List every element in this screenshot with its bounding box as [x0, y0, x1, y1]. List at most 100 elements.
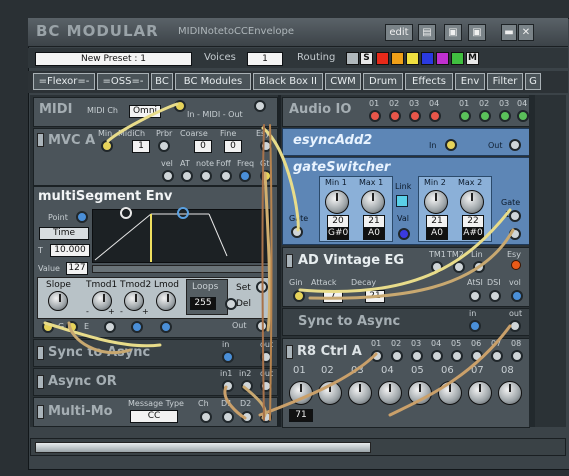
envelope-loop-point[interactable]: [177, 207, 189, 219]
r8-knob-7[interactable]: [468, 381, 492, 405]
routing-swatch-red[interactable]: [376, 52, 389, 65]
audio-in-jack[interactable]: [389, 110, 401, 122]
value-field[interactable]: 127: [66, 262, 88, 275]
esy-led[interactable]: [511, 260, 521, 270]
module-handle-icon[interactable]: [37, 405, 44, 419]
coarse-field[interactable]: 0: [194, 140, 212, 153]
horizontal-scrollbar[interactable]: [30, 438, 566, 456]
r8-out-jack[interactable]: [431, 350, 443, 362]
audio-in-jack[interactable]: [409, 110, 421, 122]
midi-channel-field[interactable]: Omni: [129, 105, 161, 118]
r8-knob-3[interactable]: [348, 381, 372, 405]
loops-value[interactable]: 255: [190, 297, 216, 310]
r8-knob-2[interactable]: [318, 381, 342, 405]
fine-field[interactable]: 0: [224, 140, 242, 153]
nav-cwm[interactable]: CWM: [325, 73, 361, 90]
close-icon[interactable]: ✕: [518, 24, 534, 41]
tmod2-jack[interactable]: [131, 321, 143, 333]
max1-knob[interactable]: [361, 190, 385, 214]
audio-out-jack[interactable]: [517, 110, 529, 122]
message-type-field[interactable]: CC: [130, 410, 178, 423]
copy-icon[interactable]: ▤: [418, 24, 436, 41]
r8-out-jack[interactable]: [391, 350, 403, 362]
scrollbar-thumb[interactable]: [35, 442, 371, 453]
aftertouch-jack[interactable]: [181, 170, 193, 182]
note-jack[interactable]: [200, 170, 212, 182]
vel-jack[interactable]: [162, 170, 174, 182]
nav-env[interactable]: Env: [455, 73, 485, 90]
save-icon[interactable]: ▣: [444, 24, 462, 41]
in2-jack[interactable]: [241, 380, 253, 392]
audio-out-jack[interactable]: [499, 110, 511, 122]
voices-field[interactable]: 1: [247, 52, 283, 66]
save-as-icon[interactable]: ▣: [468, 24, 486, 41]
nav-flexor[interactable]: =Flexor=-: [33, 73, 95, 90]
nav-effects[interactable]: Effects: [405, 73, 453, 90]
sync-right-out-jack[interactable]: [509, 320, 521, 332]
g-jack[interactable]: [66, 321, 78, 333]
envelope-point[interactable]: [120, 207, 132, 219]
audio-in-jack[interactable]: [429, 110, 441, 122]
routing-swatch-grey[interactable]: [346, 52, 359, 65]
async-or-out-jack[interactable]: [260, 380, 272, 392]
r8-knob-1[interactable]: [289, 381, 313, 405]
mvca-min-jack[interactable]: [101, 140, 113, 152]
r8-out-jack[interactable]: [371, 350, 383, 362]
routing-s-button[interactable]: S: [360, 52, 373, 65]
point-jack[interactable]: [76, 211, 88, 223]
gin-jack[interactable]: [293, 290, 305, 302]
nav-oss[interactable]: =OSS=-: [97, 73, 149, 90]
del-jack[interactable]: [225, 298, 237, 310]
sync-right-in-jack[interactable]: [469, 320, 481, 332]
g-in-jack[interactable]: [42, 321, 54, 333]
nav-black-box[interactable]: Black Box II: [253, 73, 323, 90]
time-value-field[interactable]: 10.000: [50, 244, 90, 257]
gate-out1-jack[interactable]: [509, 210, 521, 222]
preset-field[interactable]: New Preset : 1: [35, 52, 192, 66]
in1-jack[interactable]: [222, 380, 234, 392]
esync-out-jack[interactable]: [509, 139, 521, 151]
max2-knob[interactable]: [460, 190, 484, 214]
lmod-jack[interactable]: [160, 321, 172, 333]
attack-field[interactable]: 7: [323, 290, 343, 303]
module-handle-icon[interactable]: [37, 133, 44, 147]
envelope-scrollbar[interactable]: [92, 265, 270, 273]
time-mode-field[interactable]: Time: [39, 227, 89, 240]
dsi-jack[interactable]: [489, 290, 501, 302]
val-jack[interactable]: [398, 228, 410, 240]
routing-swatch-orange[interactable]: [391, 52, 404, 65]
tmod1-jack[interactable]: [104, 321, 116, 333]
midi-out-jack[interactable]: [254, 100, 266, 112]
r8-knob-5[interactable]: [408, 381, 432, 405]
r8-out-jack[interactable]: [411, 350, 423, 362]
decay-field[interactable]: 21: [365, 290, 385, 303]
r8-out-jack[interactable]: [491, 350, 503, 362]
module-handle-icon[interactable]: [37, 346, 44, 360]
vol-jack[interactable]: [511, 290, 523, 302]
gate-jack[interactable]: [260, 170, 272, 182]
nav-more[interactable]: G: [525, 73, 541, 90]
set-jack[interactable]: [256, 281, 268, 293]
routing-swatch-purple[interactable]: [436, 52, 449, 65]
nav-drum[interactable]: Drum: [363, 73, 403, 90]
routing-swatch-yellow[interactable]: [406, 52, 419, 65]
sync-left-in-jack[interactable]: [222, 351, 234, 363]
nav-bc[interactable]: BC: [151, 73, 173, 90]
tm1-jack[interactable]: [431, 261, 443, 273]
minimize-icon[interactable]: ▬: [501, 24, 517, 41]
r8-knob-6[interactable]: [438, 381, 462, 405]
link-toggle[interactable]: [396, 195, 408, 207]
tmod2-knob[interactable]: [124, 291, 144, 311]
min1-knob[interactable]: [325, 190, 349, 214]
audio-in-jack[interactable]: [369, 110, 381, 122]
r8-knob-8[interactable]: [498, 381, 522, 405]
foff-jack[interactable]: [220, 170, 232, 182]
min2-knob[interactable]: [424, 190, 448, 214]
routing-swatch-green[interactable]: [451, 52, 464, 65]
slope-knob[interactable]: [48, 291, 68, 311]
esync-in-jack[interactable]: [445, 139, 457, 151]
module-handle-icon[interactable]: [286, 254, 293, 268]
routing-m-button[interactable]: M: [466, 52, 479, 65]
routing-swatch-blue[interactable]: [421, 52, 434, 65]
r8-out-jack[interactable]: [511, 350, 523, 362]
